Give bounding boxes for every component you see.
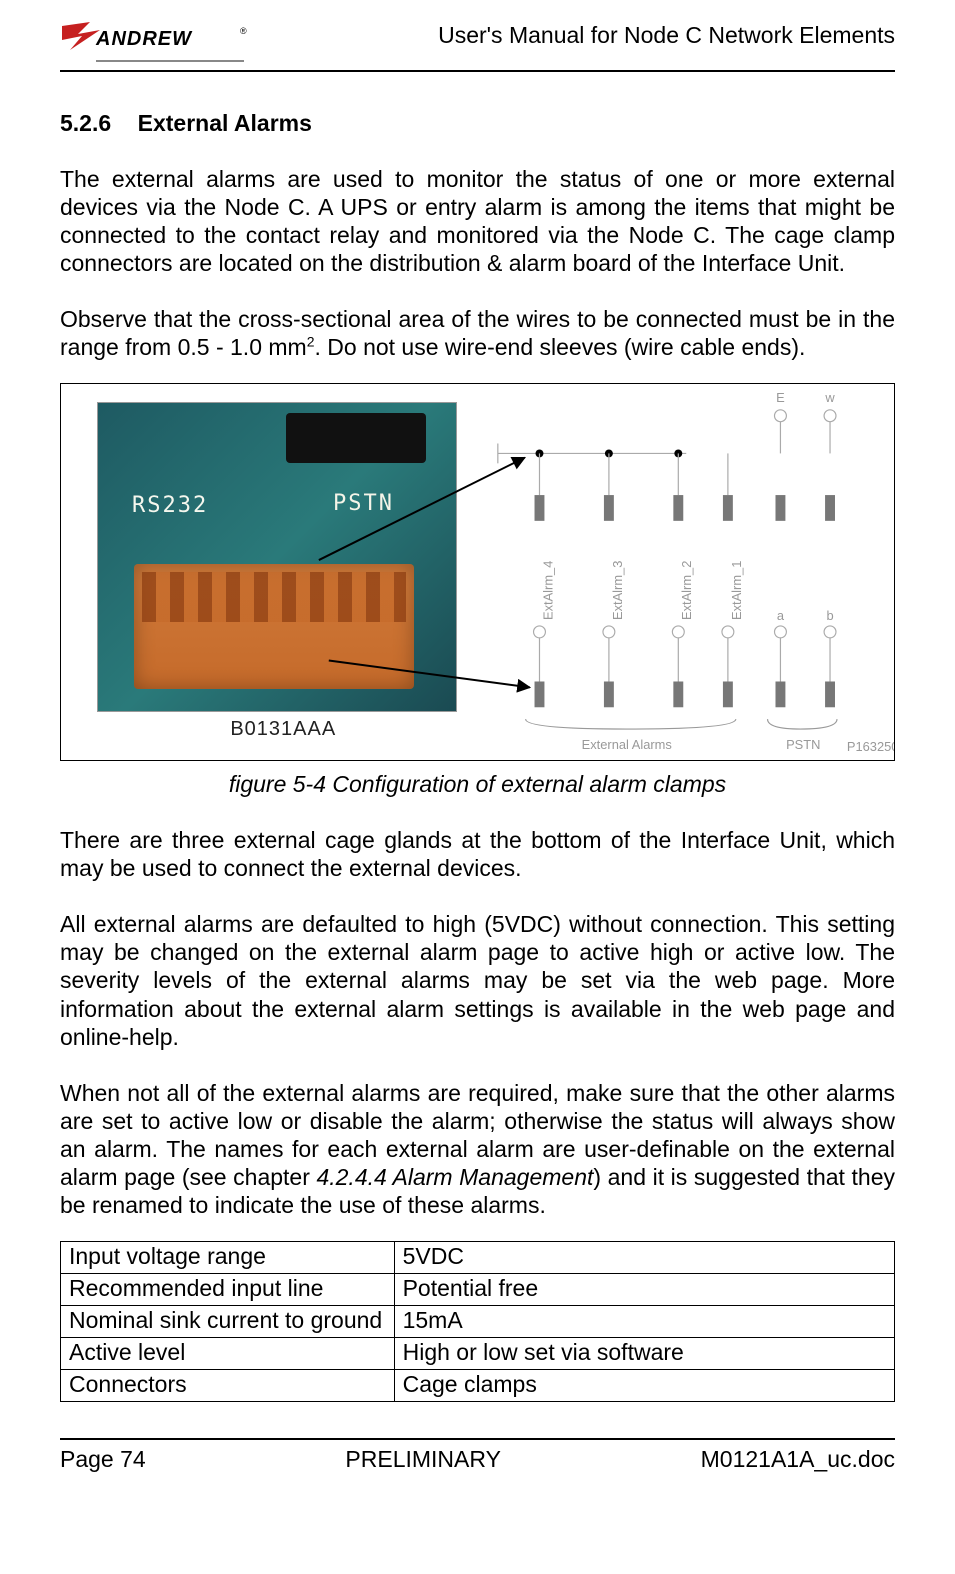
schem-label-a: a bbox=[776, 608, 784, 623]
spec-val: Cage clamps bbox=[394, 1369, 894, 1401]
schem-extalrm3: ExtAlrm_3 bbox=[609, 561, 624, 620]
paragraph-2: Observe that the cross-sectional area of… bbox=[60, 305, 895, 361]
figure-box: RS232 PSTN B0131AAA E w bbox=[60, 383, 895, 761]
document-title: User's Manual for Node C Network Element… bbox=[438, 20, 895, 49]
spec-key: Recommended input line bbox=[61, 1273, 395, 1305]
schematic-svg: E w bbox=[478, 384, 894, 759]
paragraph-5: When not all of the external alarms are … bbox=[60, 1079, 895, 1219]
footer-status: PRELIMINARY bbox=[345, 1446, 501, 1473]
photo-caption: B0131AAA bbox=[97, 718, 470, 741]
schem-drawing-no: P163250 bbox=[846, 739, 894, 754]
logo-underline bbox=[96, 60, 244, 62]
spec-val: 5VDC bbox=[394, 1241, 894, 1273]
table-row: Connectors Cage clamps bbox=[61, 1369, 895, 1401]
registered-mark: ® bbox=[240, 26, 247, 36]
p2-post: . Do not use wire-end sleeves (wire cabl… bbox=[315, 334, 806, 360]
logo-text: ANDREW bbox=[96, 28, 192, 51]
section-number: 5.2.6 bbox=[60, 110, 111, 137]
table-row: Recommended input line Potential free bbox=[61, 1273, 895, 1305]
spec-key: Input voltage range bbox=[61, 1241, 395, 1273]
paragraph-3: There are three external cage glands at … bbox=[60, 826, 895, 882]
spec-key: Active level bbox=[61, 1337, 395, 1369]
figure-schematic-panel: E w bbox=[478, 384, 895, 760]
connector-photo: RS232 PSTN bbox=[97, 402, 457, 712]
section-heading: 5.2.6 External Alarms bbox=[60, 110, 895, 137]
table-row: Active level High or low set via softwar… bbox=[61, 1337, 895, 1369]
spec-key: Connectors bbox=[61, 1369, 395, 1401]
spec-table: Input voltage range 5VDC Recommended inp… bbox=[60, 1241, 895, 1402]
section-title: External Alarms bbox=[138, 110, 312, 136]
schem-label-E: E bbox=[776, 390, 785, 405]
schem-extalrm1: ExtAlrm_1 bbox=[728, 561, 743, 620]
photo-label-rs232: RS232 bbox=[132, 493, 208, 518]
figure-photo-panel: RS232 PSTN B0131AAA bbox=[61, 384, 478, 760]
table-row: Nominal sink current to ground 15mA bbox=[61, 1305, 895, 1337]
rj-jack-icon bbox=[286, 413, 426, 463]
paragraph-4: All external alarms are defaulted to hig… bbox=[60, 910, 895, 1050]
spec-val: 15mA bbox=[394, 1305, 894, 1337]
page-footer: Page 74 PRELIMINARY M0121A1A_uc.doc bbox=[60, 1438, 895, 1473]
paragraph-1: The external alarms are used to monitor … bbox=[60, 165, 895, 277]
document-page: ANDREW ® User's Manual for Node C Networ… bbox=[0, 0, 955, 1503]
footer-docid: M0121A1A_uc.doc bbox=[701, 1446, 895, 1473]
figure-caption: figure 5-4 Configuration of external ala… bbox=[60, 771, 895, 798]
schem-group-pstn: PSTN bbox=[786, 737, 820, 752]
footer-page: Page 74 bbox=[60, 1446, 146, 1473]
schem-extalrm4: ExtAlrm_4 bbox=[540, 561, 555, 620]
schem-label-w: w bbox=[824, 390, 835, 405]
schem-group-external: External Alarms bbox=[581, 737, 671, 752]
brand-logo: ANDREW ® bbox=[60, 20, 245, 64]
photo-label-pstn: PSTN bbox=[333, 491, 394, 516]
page-header: ANDREW ® User's Manual for Node C Networ… bbox=[60, 20, 895, 72]
schem-label-b: b bbox=[826, 608, 833, 623]
table-row: Input voltage range 5VDC bbox=[61, 1241, 895, 1273]
spec-val: High or low set via software bbox=[394, 1337, 894, 1369]
spec-key: Nominal sink current to ground bbox=[61, 1305, 395, 1337]
schem-extalrm2: ExtAlrm_2 bbox=[679, 561, 694, 620]
p2-sup: 2 bbox=[307, 334, 315, 350]
cage-clamp-terminal-icon bbox=[134, 564, 414, 689]
p5-ref: 4.2.4.4 Alarm Management bbox=[316, 1164, 593, 1190]
spec-val: Potential free bbox=[394, 1273, 894, 1305]
